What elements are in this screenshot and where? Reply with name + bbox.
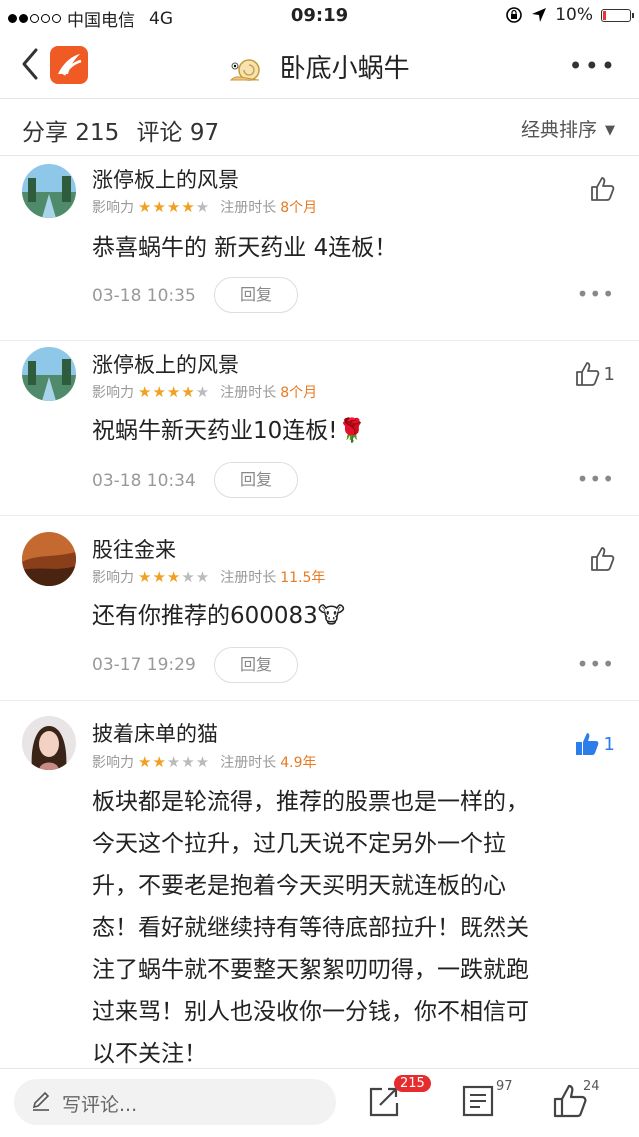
reg-duration: 8个月 [280, 385, 318, 401]
user-meta: 影响力 ★★★★★ 注册时长 4.9年 [92, 752, 317, 772]
comment-text-line: 过来骂！别人也没收你一分钱，你不相信可 [92, 999, 529, 1025]
share-count-label: 分享 215 [22, 120, 120, 146]
avatar[interactable] [22, 347, 76, 401]
reply-button[interactable]: 回复 [214, 277, 298, 313]
comment-text: 祝蜗牛新天药业10连板!🌹 [92, 418, 367, 444]
reg-label: 注册时长 [220, 200, 277, 216]
comment-item: 披着床单的猫 影响力 ★★★★★ 注册时长 4.9年 1 板块都是轮流得，推荐的股票也… [0, 701, 639, 1067]
location-icon [532, 8, 547, 22]
rating-stars: ★★★★★ [138, 198, 211, 216]
reply-button[interactable]: 回复 [214, 647, 298, 683]
comment-text: 还有你推荐的600083🐮 [92, 603, 346, 629]
nav-bar: 卧底小蜗牛 ••• [0, 32, 639, 99]
bottom-toolbar: 写评论... 215 97 24 [0, 1068, 639, 1137]
comment-more-button[interactable]: ••• [577, 282, 615, 306]
comment-text-line: 态！看好就继续持有等待底部拉升！既然关 [92, 915, 529, 941]
influence-label: 影响力 [92, 385, 134, 401]
like-count: 1 [603, 733, 615, 755]
user-meta: 影响力 ★★★★★ 注册时长 8个月 [92, 382, 317, 402]
comment-input[interactable]: 写评论... [14, 1079, 336, 1125]
username[interactable]: 披着床单的猫 [92, 718, 218, 748]
avatar[interactable] [22, 164, 76, 218]
comments-count: 97 [496, 1079, 513, 1094]
user-meta: 影响力 ★★★★★ 注册时长 11.5年 [92, 567, 325, 587]
comment-count-label: 评论 97 [136, 120, 220, 146]
caret-down-icon: ▼ [605, 123, 615, 138]
like-total-count: 24 [583, 1079, 600, 1094]
thumbs-up-icon [575, 362, 599, 386]
thumbs-up-filled-icon [575, 733, 598, 755]
reply-button[interactable]: 回复 [214, 462, 298, 498]
comment-time: 03-18 10:35 [92, 286, 196, 306]
username[interactable]: 股往金来 [92, 534, 176, 564]
battery-percent: 10% [555, 5, 593, 25]
reg-duration: 8个月 [280, 200, 318, 216]
influence-label: 影响力 [92, 755, 134, 771]
like-button-active[interactable]: 1 [574, 731, 615, 757]
comment-text: 恭喜蜗牛的 新天药业 4连板！ [92, 235, 398, 261]
status-bar: 中国电信 4G 09:19 10% [0, 0, 639, 32]
avatar[interactable] [22, 716, 76, 770]
sort-dropdown[interactable]: 经典排序 ▼ [521, 115, 615, 142]
thumbs-up-icon[interactable] [589, 546, 615, 572]
reg-duration: 11.5年 [280, 570, 326, 586]
user-meta: 影响力 ★★★★★ 注册时长 8个月 [92, 197, 317, 217]
snail-icon [230, 58, 261, 81]
status-right: 10% [505, 5, 634, 25]
avatar[interactable] [22, 532, 76, 586]
page-title: 卧底小蜗牛 [0, 48, 639, 85]
comment-placeholder: 写评论... [62, 1094, 138, 1116]
comments-icon[interactable] [460, 1083, 496, 1119]
rating-stars: ★★★★★ [138, 568, 211, 586]
pencil-icon [32, 1091, 50, 1111]
counts: 分享 215 评论 97 [22, 113, 229, 147]
reg-label: 注册时长 [220, 385, 277, 401]
comment-more-button[interactable]: ••• [577, 652, 615, 676]
like-count: 1 [603, 363, 615, 385]
influence-label: 影响力 [92, 200, 134, 216]
comment-text: 板块都是轮流得，推荐的股票也是一样的， 今天这个拉升，过几天说不定另外一个拉 升… [92, 781, 529, 1075]
username[interactable]: 涨停板上的风景 [92, 164, 239, 194]
battery-icon [601, 8, 634, 22]
comment-time: 03-18 10:34 [92, 471, 196, 491]
username[interactable]: 涨停板上的风景 [92, 349, 239, 379]
comment-text-line: 板块都是轮流得，推荐的股票也是一样的， [92, 789, 529, 815]
reg-label: 注册时长 [220, 755, 277, 771]
comment-text-line: 注了蜗牛就不要整天絮絮叨叨得，一跌就跑 [92, 957, 529, 983]
sort-label: 经典排序 [520, 119, 597, 141]
comment-time: 03-17 19:29 [92, 655, 196, 675]
comment-text-line: 今天这个拉升，过几天说不定另外一个拉 [92, 831, 506, 857]
page-title-text: 卧底小蜗牛 [279, 54, 410, 84]
share-count-badge: 215 [394, 1075, 431, 1092]
comment-item: 股往金来 影响力 ★★★★★ 注册时长 11.5年 还有你推荐的600083🐮 03-… [0, 516, 639, 701]
comment-item: 涨停板上的风景 影响力 ★★★★★ 注册时长 8个月 1 祝蜗牛新天药业10连板!🌹 … [0, 341, 639, 516]
thumbs-up-icon[interactable] [589, 176, 615, 202]
comment-more-button[interactable]: ••• [577, 467, 615, 491]
more-menu-button[interactable]: ••• [569, 52, 617, 80]
like-button[interactable]: 1 [574, 361, 615, 387]
rotation-lock-icon [506, 7, 523, 23]
comment-text-line: 升，不要老是抱着今天买明天就连板的心 [92, 873, 506, 899]
influence-label: 影响力 [92, 570, 134, 586]
rating-stars: ★★★★★ [138, 753, 211, 771]
counts-bar: 分享 215 评论 97 经典排序 ▼ [0, 99, 639, 156]
reg-label: 注册时长 [220, 570, 277, 586]
comment-item: 涨停板上的风景 影响力 ★★★★★ 注册时长 8个月 恭喜蜗牛的 新天药业 4连板！ … [0, 156, 639, 341]
reg-duration: 4.9年 [280, 755, 317, 771]
rating-stars: ★★★★★ [138, 383, 211, 401]
